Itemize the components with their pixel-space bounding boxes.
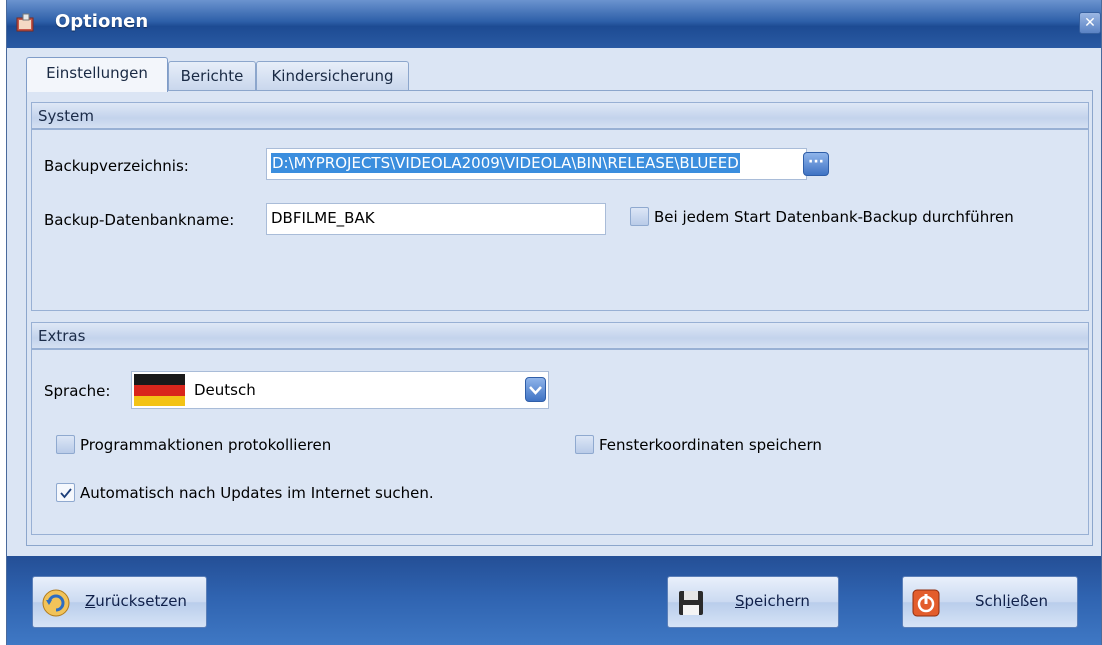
backup-dir-field[interactable]: D:\MYPROJECTS\VIDEOLA2009\VIDEOLA\BIN\RE… bbox=[266, 148, 807, 180]
backup-on-start-label: Bei jedem Start Datenbank-Backup durchfü… bbox=[654, 208, 1014, 226]
save-button[interactable]: Speichern bbox=[667, 576, 839, 628]
power-icon bbox=[912, 589, 940, 617]
ellipsis-icon: ··· bbox=[808, 154, 824, 170]
footer-bar: Zurücksetzen Speichern Schließen bbox=[7, 556, 1101, 645]
window-title: Optionen bbox=[55, 11, 149, 32]
close-button[interactable]: Schließen bbox=[902, 576, 1078, 628]
save-label: Speichern bbox=[735, 592, 810, 610]
language-select[interactable]: Deutsch bbox=[131, 371, 549, 409]
system-group-header: System bbox=[31, 102, 1089, 129]
log-actions-label: Programmaktionen protokollieren bbox=[80, 436, 332, 454]
tab-berichte[interactable]: Berichte bbox=[168, 61, 256, 91]
backup-name-label: Backup-Datenbankname: bbox=[44, 211, 235, 229]
backup-dir-value: D:\MYPROJECTS\VIDEOLA2009\VIDEOLA\BIN\RE… bbox=[271, 153, 740, 173]
language-label: Sprache: bbox=[44, 382, 111, 400]
title-bar: Optionen ✕ bbox=[7, 0, 1101, 48]
save-window-coords-label: Fensterkoordinaten speichern bbox=[599, 436, 822, 454]
extras-group: Sprache: Deutsch Programmaktionen protok… bbox=[31, 349, 1089, 535]
browse-button[interactable]: ··· bbox=[803, 152, 829, 176]
dropdown-arrow-icon[interactable] bbox=[525, 377, 546, 402]
german-flag-icon bbox=[134, 374, 185, 406]
tab-kindersicherung[interactable]: Kindersicherung bbox=[256, 61, 409, 91]
backup-dir-label: Backupverzeichnis: bbox=[44, 157, 189, 175]
app-icon bbox=[16, 13, 34, 32]
language-value: Deutsch bbox=[194, 381, 256, 399]
auto-update-checkbox[interactable] bbox=[56, 483, 75, 502]
tab-einstellungen[interactable]: Einstellungen bbox=[26, 57, 168, 92]
reset-label: Zurücksetzen bbox=[85, 592, 187, 610]
backup-on-start-checkbox[interactable] bbox=[630, 207, 649, 226]
extras-group-header: Extras bbox=[31, 322, 1089, 349]
close-icon[interactable]: ✕ bbox=[1079, 12, 1101, 34]
system-group: Backupverzeichnis: D:\MYPROJECTS\VIDEOLA… bbox=[31, 129, 1089, 311]
close-label: Schließen bbox=[975, 592, 1049, 610]
reset-button[interactable]: Zurücksetzen bbox=[32, 576, 207, 628]
floppy-disk-icon bbox=[679, 591, 703, 615]
backup-name-field[interactable]: DBFILME_BAK bbox=[266, 203, 606, 235]
auto-update-label: Automatisch nach Updates im Internet suc… bbox=[80, 484, 434, 502]
save-window-coords-checkbox[interactable] bbox=[575, 435, 594, 454]
options-dialog: Optionen ✕ Einstellungen Berichte Kinder… bbox=[6, 0, 1102, 645]
checkmark-icon bbox=[60, 488, 72, 499]
log-actions-checkbox[interactable] bbox=[56, 435, 75, 454]
tab-panel-einstellungen: System Backupverzeichnis: D:\MYPROJECTS\… bbox=[26, 90, 1093, 546]
reset-icon bbox=[42, 589, 70, 617]
